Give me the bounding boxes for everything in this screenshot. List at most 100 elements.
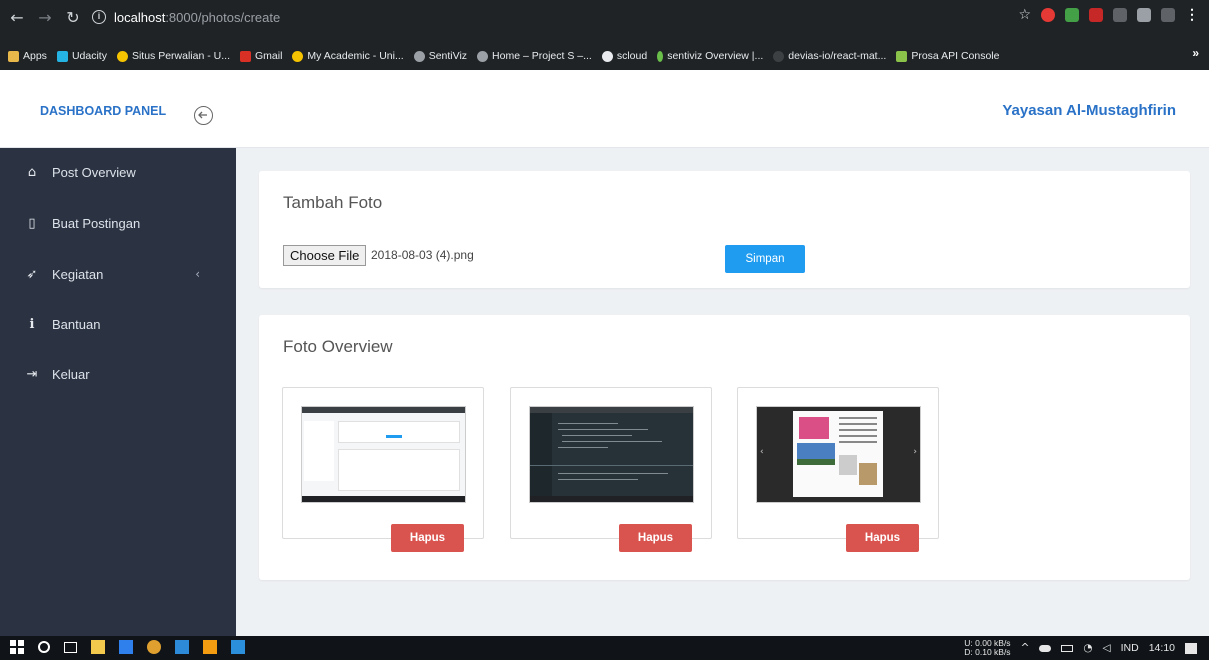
sidebar-item-kegiatan[interactable]: ➶ Kegiatan ‹: [0, 264, 236, 284]
forward-arrow-icon[interactable]: →: [34, 8, 56, 27]
vscode-icon[interactable]: [175, 640, 189, 654]
thumb-explorer: [530, 413, 552, 498]
bookmark-item[interactable]: devias-io/react-mat...: [773, 50, 886, 62]
card-title: Foto Overview: [283, 337, 393, 356]
bookmark-label: My Academic - Uni...: [307, 50, 404, 62]
bookmark-item[interactable]: Udacity: [56, 50, 107, 62]
save-button[interactable]: Simpan: [725, 245, 805, 273]
sidebar-item-post-overview[interactable]: ⌂ Post Overview: [0, 162, 236, 182]
sidebar-item-bantuan[interactable]: i Bantuan: [0, 314, 236, 334]
sentiviz-icon: [413, 50, 425, 62]
apps-icon: [8, 50, 19, 62]
bookmark-item[interactable]: scloud: [601, 50, 647, 62]
thumb-browser-bar: [530, 407, 693, 413]
thumb-code-line: [558, 447, 608, 448]
prosa-icon: [896, 50, 908, 62]
windows-taskbar: U: 0.00 kB/s D: 0.10 kB/s ^ ◔ ◁ IND 14:1…: [0, 636, 1209, 660]
thumb-code-line: [562, 441, 662, 442]
gmail-icon: [240, 50, 251, 62]
chevron-up-icon[interactable]: ^: [1021, 642, 1030, 654]
volume-icon[interactable]: ◁: [1103, 642, 1111, 654]
back-arrow-icon[interactable]: ←: [6, 8, 28, 27]
extension-icon[interactable]: [1065, 7, 1079, 22]
thumb-image-ground: [797, 459, 835, 465]
delete-button[interactable]: Hapus: [391, 524, 464, 552]
wifi-icon[interactable]: ◔: [1083, 642, 1092, 654]
photo-thumbnail[interactable]: ‹ ›: [756, 406, 921, 503]
net-down-row: D: 0.10 kB/s: [964, 648, 1010, 657]
file-icon: ▯: [28, 215, 36, 231]
sublime-icon[interactable]: [203, 640, 217, 654]
bookmarks-overflow-icon[interactable]: »: [1192, 46, 1199, 60]
photo-overview-card: Foto Overview Hapus Hapus ‹ › Hapus: [259, 315, 1190, 580]
bookmark-star-icon[interactable]: ☆: [1018, 7, 1031, 23]
bookmark-label: Udacity: [71, 50, 107, 62]
url-host: localhost: [114, 9, 166, 25]
network-speed: U: 0.00 kB/s D: 0.10 kB/s: [964, 639, 1010, 657]
opera-extension-icon[interactable]: [1041, 7, 1055, 22]
bookmark-item[interactable]: Prosa API Console: [896, 50, 999, 62]
upload-photo-card: Tambah Foto Choose File 2018-08-03 (4).p…: [259, 171, 1190, 288]
thumb-code-line: [562, 435, 632, 436]
search-icon[interactable]: [38, 641, 50, 653]
bookmark-label: SentiViz: [428, 50, 468, 62]
sidebar-toggle-icon[interactable]: [194, 106, 213, 125]
clock[interactable]: 14:10: [1149, 642, 1175, 654]
battery-icon[interactable]: [1061, 644, 1074, 652]
photo-item: ‹ › Hapus: [737, 387, 939, 552]
menu-kebab-icon[interactable]: ⋮: [1185, 6, 1199, 23]
app-header: DASHBOARD PANEL Yayasan Al-Mustaghfirin: [0, 70, 1209, 148]
photo-thumbnail[interactable]: [301, 406, 466, 503]
reload-icon[interactable]: ↻: [62, 8, 84, 27]
sidebar-item-keluar[interactable]: ⇥ Keluar: [0, 364, 236, 384]
bookmark-item[interactable]: sentiviz Overview |...: [657, 50, 763, 62]
task-view-icon[interactable]: [64, 641, 77, 653]
sidebar-item-label: Post Overview: [52, 164, 136, 180]
bookmark-item[interactable]: SentiViz: [413, 50, 468, 62]
delete-button[interactable]: Hapus: [619, 524, 692, 552]
delete-button[interactable]: Hapus: [846, 524, 919, 552]
sidebar-item-label: Kegiatan: [52, 266, 104, 282]
chevron-right-icon: ›: [913, 447, 917, 457]
notifications-icon[interactable]: [1185, 642, 1197, 654]
net-down-label: D:: [964, 647, 973, 657]
udacity-icon: [56, 50, 68, 62]
bookmark-item[interactable]: Situs Perwalian - U...: [116, 50, 230, 62]
thumb-sidebar: [304, 421, 334, 481]
bookmark-item[interactable]: My Academic - Uni...: [292, 50, 404, 62]
thumb-taskbar: [530, 496, 693, 502]
file-explorer-icon[interactable]: [91, 640, 105, 654]
reader-extension-icon[interactable]: [1137, 7, 1151, 22]
windows-start-icon[interactable]: [10, 640, 24, 654]
bookmark-item[interactable]: Apps: [8, 50, 47, 62]
photos-icon[interactable]: [231, 640, 245, 654]
formula-extension-icon[interactable]: [1113, 7, 1127, 22]
net-down-speed: 0.10 kB/s: [975, 647, 1011, 657]
thumb-editor: [530, 407, 693, 502]
card-title: Tambah Foto: [283, 193, 383, 212]
bookmark-item[interactable]: Gmail: [240, 50, 282, 62]
thumb-code-line: [558, 423, 618, 424]
photo-thumbnail[interactable]: [529, 406, 694, 503]
store-icon[interactable]: [119, 640, 133, 654]
info-icon[interactable]: i: [92, 10, 106, 24]
chevron-left-icon: ‹: [760, 447, 764, 457]
bookmark-label: devias-io/react-mat...: [788, 50, 887, 62]
pdf-extension-icon[interactable]: [1089, 7, 1103, 22]
sidebar: ⌂ Post Overview ▯ Buat Postingan ➶ Kegia…: [0, 148, 236, 636]
choose-file-button[interactable]: Choose File: [283, 245, 367, 266]
taskbar-apps: [10, 640, 245, 654]
sidebar-item-buat-postingan[interactable]: ▯ Buat Postingan: [0, 213, 236, 233]
thumb-card: [338, 421, 460, 443]
thumb-text-line: [839, 429, 877, 431]
home-icon: ⌂: [27, 164, 37, 180]
translate-extension-icon[interactable]: [1161, 7, 1175, 22]
bookmark-label: Prosa API Console: [911, 50, 1000, 62]
language-indicator[interactable]: IND: [1121, 642, 1139, 654]
bookmark-item[interactable]: Home – Project S –...: [477, 50, 592, 62]
scloud-icon: [601, 50, 613, 62]
photo-item: Hapus: [510, 387, 712, 552]
chrome-icon[interactable]: [147, 640, 161, 654]
dashboard-brand[interactable]: DASHBOARD PANEL: [40, 104, 166, 118]
onedrive-icon[interactable]: [1039, 644, 1052, 652]
